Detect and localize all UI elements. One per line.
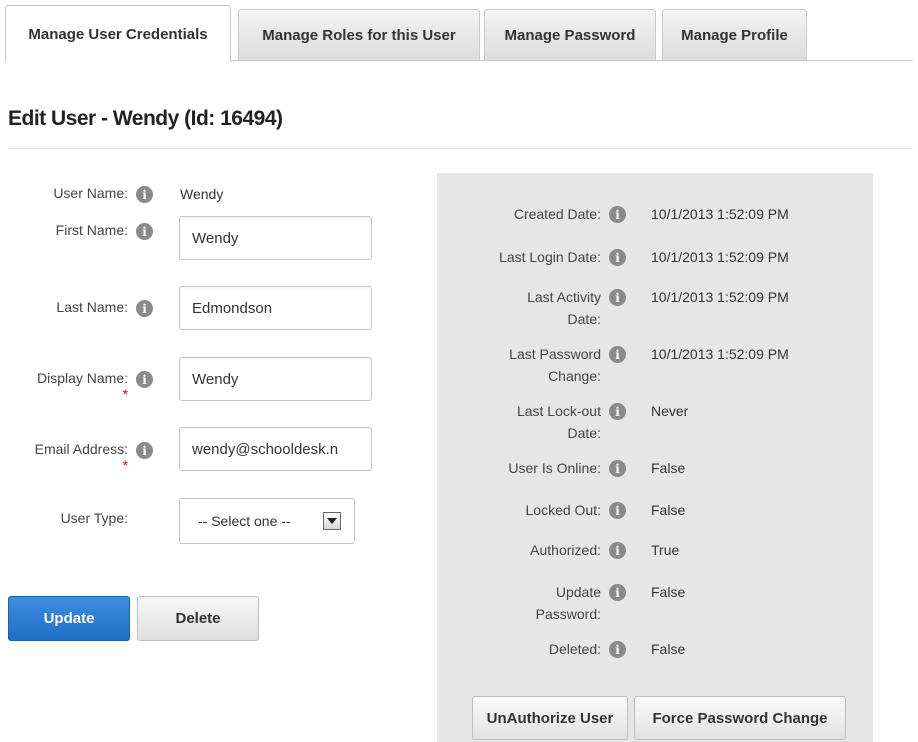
title-divider: [8, 148, 913, 149]
last-lockout-label-line2: Date:: [567, 425, 601, 441]
user-is-online-value: False: [651, 460, 686, 476]
display-name-input[interactable]: [179, 357, 372, 401]
authorized-info-icon[interactable]: i: [609, 542, 626, 559]
unauthorize-user-button[interactable]: UnAuthorize User: [472, 696, 628, 740]
created-date-label: Created Date:: [513, 206, 601, 222]
tab-manage-user-credentials[interactable]: Manage User Credentials: [5, 5, 231, 62]
update-button[interactable]: Update: [8, 596, 130, 641]
email-label: Email Address:: [34, 441, 128, 457]
email-info-icon[interactable]: i: [136, 442, 153, 459]
email-input[interactable]: [179, 427, 372, 471]
first-name-input[interactable]: [179, 216, 372, 260]
last-login-date-value: 10/1/2013 1:52:09 PM: [651, 249, 789, 265]
force-password-change-button[interactable]: Force Password Change: [634, 696, 846, 740]
last-lockout-label-line1: Last Lock-out: [516, 403, 601, 419]
last-lockout-date-info-icon[interactable]: i: [609, 403, 626, 420]
last-activity-date-label: Last Activity Date:: [441, 286, 601, 330]
last-lockout-date-value: Never: [651, 403, 689, 419]
user-is-online-label: User Is Online:: [508, 460, 601, 476]
update-password-info-icon[interactable]: i: [609, 584, 626, 601]
chevron-down-icon[interactable]: [323, 512, 341, 530]
update-password-value: False: [651, 584, 686, 600]
update-password-label: Update Password:: [441, 581, 601, 625]
display-name-required-marker: *: [122, 386, 128, 402]
user-type-selected-value: -- Select one --: [198, 513, 291, 529]
user-type-select[interactable]: -- Select one --: [179, 498, 355, 544]
delete-button[interactable]: Delete: [137, 596, 259, 641]
last-name-label: Last Name:: [56, 299, 128, 315]
tab-manage-profile[interactable]: Manage Profile: [662, 9, 807, 60]
created-date-info-icon[interactable]: i: [609, 206, 626, 223]
authorized-value: True: [651, 542, 680, 558]
display-name-label: Display Name:: [36, 370, 128, 386]
last-name-input[interactable]: [179, 286, 372, 330]
first-name-label: First Name:: [55, 222, 128, 238]
last-login-date-info-icon[interactable]: i: [609, 249, 626, 266]
locked-out-value: False: [651, 502, 686, 518]
last-password-label-line2: Change:: [548, 368, 601, 384]
deleted-label: Deleted:: [548, 641, 601, 657]
user-type-label: User Type:: [60, 510, 128, 526]
last-activity-date-info-icon[interactable]: i: [609, 289, 626, 306]
first-name-info-icon[interactable]: i: [136, 223, 153, 240]
last-password-change-value: 10/1/2013 1:52:09 PM: [651, 346, 789, 362]
user-name-value: Wendy: [180, 186, 224, 202]
user-is-online-info-icon[interactable]: i: [609, 460, 626, 477]
last-name-info-icon[interactable]: i: [136, 300, 153, 317]
user-name-label: User Name:: [53, 185, 128, 201]
last-activity-label-line2: Date:: [567, 311, 601, 327]
last-password-label-line1: Last Password: [509, 346, 601, 362]
user-details-panel: Created Date: i 10/1/2013 1:52:09 PM Las…: [437, 173, 873, 742]
locked-out-info-icon[interactable]: i: [609, 502, 626, 519]
tab-manage-password[interactable]: Manage Password: [484, 9, 656, 60]
user-name-info-icon[interactable]: i: [136, 186, 153, 203]
last-password-change-info-icon[interactable]: i: [609, 346, 626, 363]
last-lockout-date-label: Last Lock-out Date:: [441, 400, 601, 444]
deleted-info-icon[interactable]: i: [609, 641, 626, 658]
display-name-info-icon[interactable]: i: [136, 371, 153, 388]
tab-manage-roles[interactable]: Manage Roles for this User: [238, 9, 480, 60]
deleted-value: False: [651, 641, 686, 657]
last-activity-label-line1: Last Activity: [527, 289, 601, 305]
last-password-change-label: Last Password Change:: [441, 343, 601, 387]
locked-out-label: Locked Out:: [525, 502, 602, 518]
authorized-label: Authorized:: [530, 542, 601, 558]
created-date-value: 10/1/2013 1:52:09 PM: [651, 206, 789, 222]
update-password-label-line2: Password:: [535, 606, 601, 622]
last-activity-date-value: 10/1/2013 1:52:09 PM: [651, 289, 789, 305]
tab-bar: Manage User Credentials Manage Roles for…: [5, 5, 913, 62]
email-required-marker: *: [122, 457, 128, 473]
update-password-label-line1: Update: [555, 584, 601, 600]
last-login-date-label: Last Login Date:: [499, 249, 601, 265]
page-title: Edit User - Wendy (Id: 16494): [8, 107, 283, 130]
